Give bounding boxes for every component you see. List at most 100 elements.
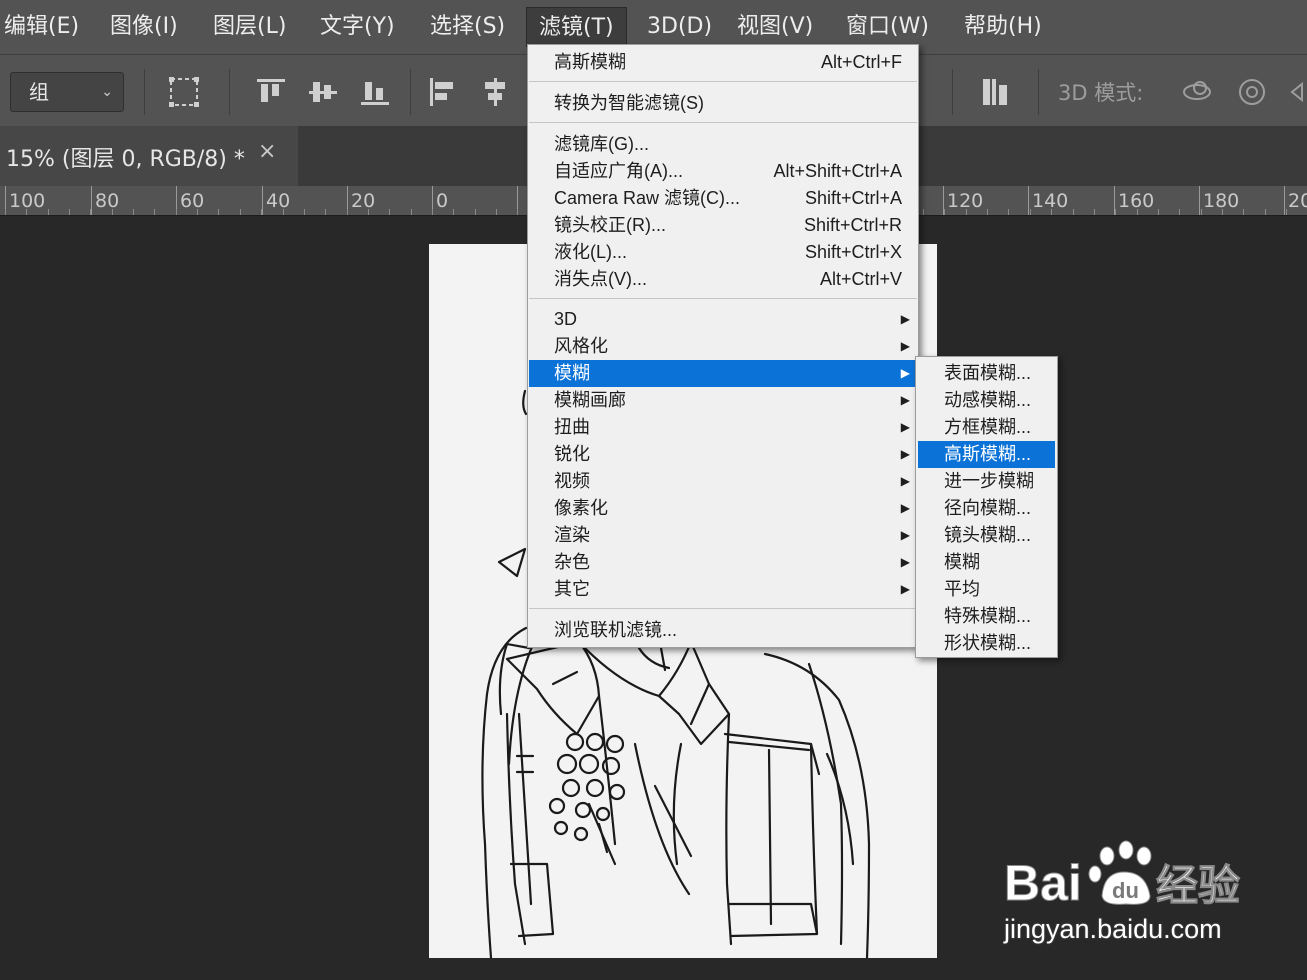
menu-edit[interactable]: 编辑(E) bbox=[4, 7, 79, 47]
filter-liquify[interactable]: 液化(L)... Shift+Ctrl+X bbox=[529, 239, 917, 266]
ruler-minor-tick bbox=[26, 209, 27, 215]
filter-3d[interactable]: 3D ▶ bbox=[529, 306, 917, 333]
align-top-icon[interactable] bbox=[254, 75, 288, 109]
menu-item-label: 径向模糊... bbox=[944, 498, 1032, 518]
menu-image[interactable]: 图像(I) bbox=[110, 7, 178, 47]
menu-type[interactable]: 文字(Y) bbox=[320, 7, 395, 47]
auto-select-dropdown[interactable]: 组 ⌄ bbox=[10, 72, 124, 112]
menu-separator bbox=[529, 81, 917, 82]
ruler-minor-tick bbox=[48, 209, 49, 215]
ruler-minor-tick bbox=[1265, 209, 1266, 215]
auto-select-value: 组 bbox=[29, 80, 49, 104]
menu-view[interactable]: 视图(V) bbox=[737, 7, 813, 47]
blur-smart[interactable]: 特殊模糊... bbox=[918, 603, 1055, 630]
ruler-minor-tick bbox=[1201, 209, 1202, 215]
ruler-major-tick bbox=[1199, 186, 1200, 215]
filter-video[interactable]: 视频 ▶ bbox=[529, 468, 917, 495]
roll-3d-icon[interactable] bbox=[1235, 75, 1269, 109]
menu-item-label: 其它 bbox=[554, 579, 590, 599]
ruler-minor-tick bbox=[1008, 209, 1009, 215]
ruler-minor-tick bbox=[453, 209, 454, 215]
filter-sharpen[interactable]: 锐化 ▶ bbox=[529, 441, 917, 468]
filter-blur[interactable]: 模糊 ▶ bbox=[529, 360, 917, 387]
document-tab[interactable]: 15% (图层 0, RGB/8) * × bbox=[0, 126, 298, 186]
menu-item-label: 渲染 bbox=[554, 525, 590, 545]
filter-distort[interactable]: 扭曲 ▶ bbox=[529, 414, 917, 441]
ruler-major-tick bbox=[262, 186, 263, 215]
filter-gallery[interactable]: 滤镜库(G)... bbox=[529, 131, 917, 158]
close-icon[interactable]: × bbox=[258, 139, 276, 164]
menu-item-label: 液化(L)... bbox=[554, 242, 628, 262]
filter-other[interactable]: 其它 ▶ bbox=[529, 576, 917, 603]
menu-item-label: 视频 bbox=[554, 471, 590, 491]
pan-3d-icon[interactable] bbox=[1288, 75, 1307, 109]
menu-item-shortcut: Shift+Ctrl+X bbox=[804, 242, 902, 262]
filter-camera-raw[interactable]: Camera Raw 滤镜(C)... Shift+Ctrl+A bbox=[529, 185, 917, 212]
watermark-url: jingyan.baidu.com bbox=[1004, 914, 1222, 944]
ruler-minor-tick bbox=[1030, 209, 1031, 215]
ruler-minor-tick bbox=[944, 209, 945, 215]
filter-render[interactable]: 渲染 ▶ bbox=[529, 522, 917, 549]
menu-help[interactable]: 帮助(H) bbox=[964, 7, 1042, 47]
ruler-minor-tick bbox=[1137, 209, 1138, 215]
menu-item-label: 高斯模糊 bbox=[554, 52, 626, 72]
submenu-arrow-icon: ▶ bbox=[900, 582, 910, 596]
blur-motion[interactable]: 动感模糊... bbox=[918, 387, 1055, 414]
ruler-minor-tick bbox=[1243, 209, 1244, 215]
ruler-label: 0 bbox=[436, 190, 449, 212]
blur-simple[interactable]: 模糊 bbox=[918, 549, 1055, 576]
transform-controls-icon[interactable] bbox=[167, 75, 201, 109]
baidu-logo-text: Bai bbox=[1004, 855, 1082, 911]
ruler-minor-tick bbox=[368, 209, 369, 215]
ruler-label: 60 bbox=[180, 190, 205, 212]
orbit-3d-icon[interactable] bbox=[1180, 75, 1214, 109]
blur-gaussian[interactable]: 高斯模糊... bbox=[918, 441, 1055, 468]
menu-window[interactable]: 窗口(W) bbox=[846, 7, 929, 47]
jingyan-logo-text: 经验 bbox=[1156, 861, 1240, 910]
menu-item-label: 高斯模糊... bbox=[944, 444, 1032, 464]
menu-separator bbox=[529, 298, 917, 299]
align-bottom-icon[interactable] bbox=[358, 75, 392, 109]
submenu-arrow-icon: ▶ bbox=[900, 447, 910, 461]
distribute-icon[interactable] bbox=[978, 75, 1012, 109]
ruler-minor-tick bbox=[240, 209, 241, 215]
blur-submenu: 表面模糊... 动感模糊... 方框模糊... 高斯模糊... 进一步模糊 径向… bbox=[915, 356, 1058, 658]
ruler-minor-tick bbox=[133, 209, 134, 215]
svg-text:du: du bbox=[1112, 878, 1139, 903]
filter-stylize[interactable]: 风格化 ▶ bbox=[529, 333, 917, 360]
blur-radial[interactable]: 径向模糊... bbox=[918, 495, 1055, 522]
blur-surface[interactable]: 表面模糊... bbox=[918, 360, 1055, 387]
blur-average[interactable]: 平均 bbox=[918, 576, 1055, 603]
ruler-minor-tick bbox=[304, 209, 305, 215]
menu-layer[interactable]: 图层(L) bbox=[213, 7, 286, 47]
menu-filter[interactable]: 滤镜(T) bbox=[526, 7, 627, 47]
submenu-arrow-icon: ▶ bbox=[900, 393, 910, 407]
submenu-arrow-icon: ▶ bbox=[900, 555, 910, 569]
ruler-minor-tick bbox=[5, 209, 6, 215]
menu-select[interactable]: 选择(S) bbox=[430, 7, 505, 47]
menu-item-label: 3D bbox=[554, 309, 578, 329]
filter-blur-gallery[interactable]: 模糊画廊 ▶ bbox=[529, 387, 917, 414]
filter-browse-online[interactable]: 浏览联机滤镜... bbox=[529, 617, 917, 644]
ruler-minor-tick bbox=[90, 209, 91, 215]
filter-lens-correction[interactable]: 镜头校正(R)... Shift+Ctrl+R bbox=[529, 212, 917, 239]
filter-last-gaussian-blur[interactable]: 高斯模糊 Alt+Ctrl+F bbox=[529, 49, 917, 76]
ruler-label: 20 bbox=[351, 190, 376, 212]
menu-3d[interactable]: 3D(D) bbox=[647, 7, 712, 47]
filter-pixelate[interactable]: 像素化 ▶ bbox=[529, 495, 917, 522]
filter-vanishing-point[interactable]: 消失点(V)... Alt+Ctrl+V bbox=[529, 266, 917, 293]
filter-noise[interactable]: 杂色 ▶ bbox=[529, 549, 917, 576]
ruler-major-tick bbox=[91, 186, 92, 215]
blur-lens[interactable]: 镜头模糊... bbox=[918, 522, 1055, 549]
filter-adaptive-wide-angle[interactable]: 自适应广角(A)... Alt+Shift+Ctrl+A bbox=[529, 158, 917, 185]
align-left-icon[interactable] bbox=[426, 75, 460, 109]
blur-shape[interactable]: 形状模糊... bbox=[918, 630, 1055, 657]
submenu-arrow-icon: ▶ bbox=[900, 420, 910, 434]
align-horizontal-center-icon[interactable] bbox=[478, 75, 512, 109]
blur-more[interactable]: 进一步模糊 bbox=[918, 468, 1055, 495]
3d-mode-label: 3D 模式: bbox=[1058, 81, 1144, 105]
blur-box[interactable]: 方框模糊... bbox=[918, 414, 1055, 441]
submenu-arrow-icon: ▶ bbox=[900, 366, 910, 380]
filter-convert-smart-filters[interactable]: 转换为智能滤镜(S) bbox=[529, 90, 917, 117]
align-vertical-center-icon[interactable] bbox=[306, 75, 340, 109]
